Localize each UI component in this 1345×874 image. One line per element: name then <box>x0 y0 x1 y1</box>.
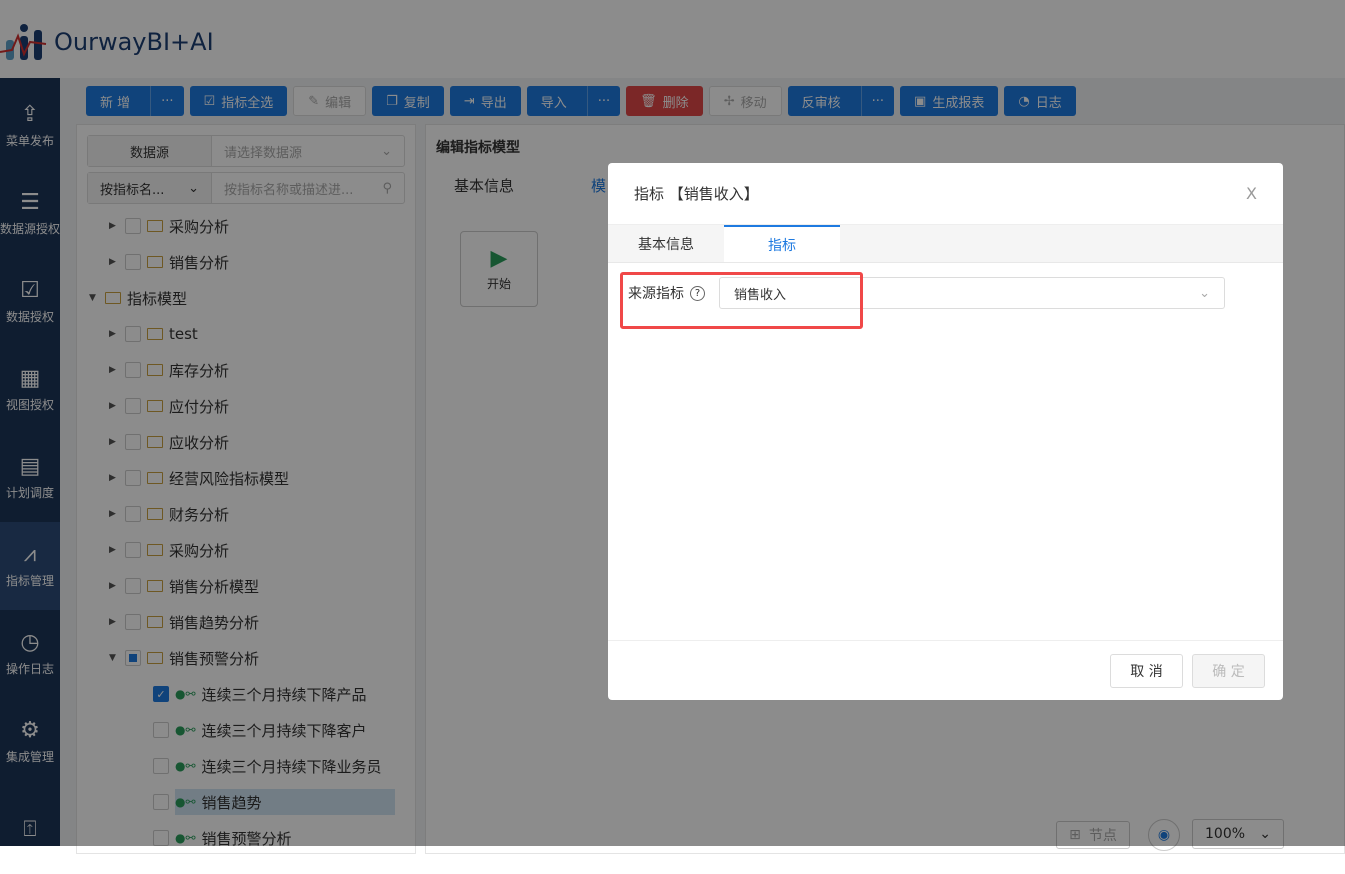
highlight-box <box>620 272 863 329</box>
dialog-tab-metric[interactable]: 指标 <box>724 225 840 262</box>
confirm-button[interactable]: 确 定 <box>1192 654 1265 688</box>
cancel-button[interactable]: 取 消 <box>1110 654 1183 688</box>
metric-dialog: 指标 【销售收入】 X 基本信息 指标 来源指标 ? 销售收入 ⌄ 取 消 确 定 <box>608 163 1283 700</box>
dialog-title: 指标 【销售收入】 <box>634 185 759 203</box>
dialog-tab-basic-info[interactable]: 基本信息 <box>608 225 724 262</box>
close-button[interactable]: X <box>1246 184 1257 203</box>
chevron-down-icon: ⌄ <box>1199 285 1210 301</box>
